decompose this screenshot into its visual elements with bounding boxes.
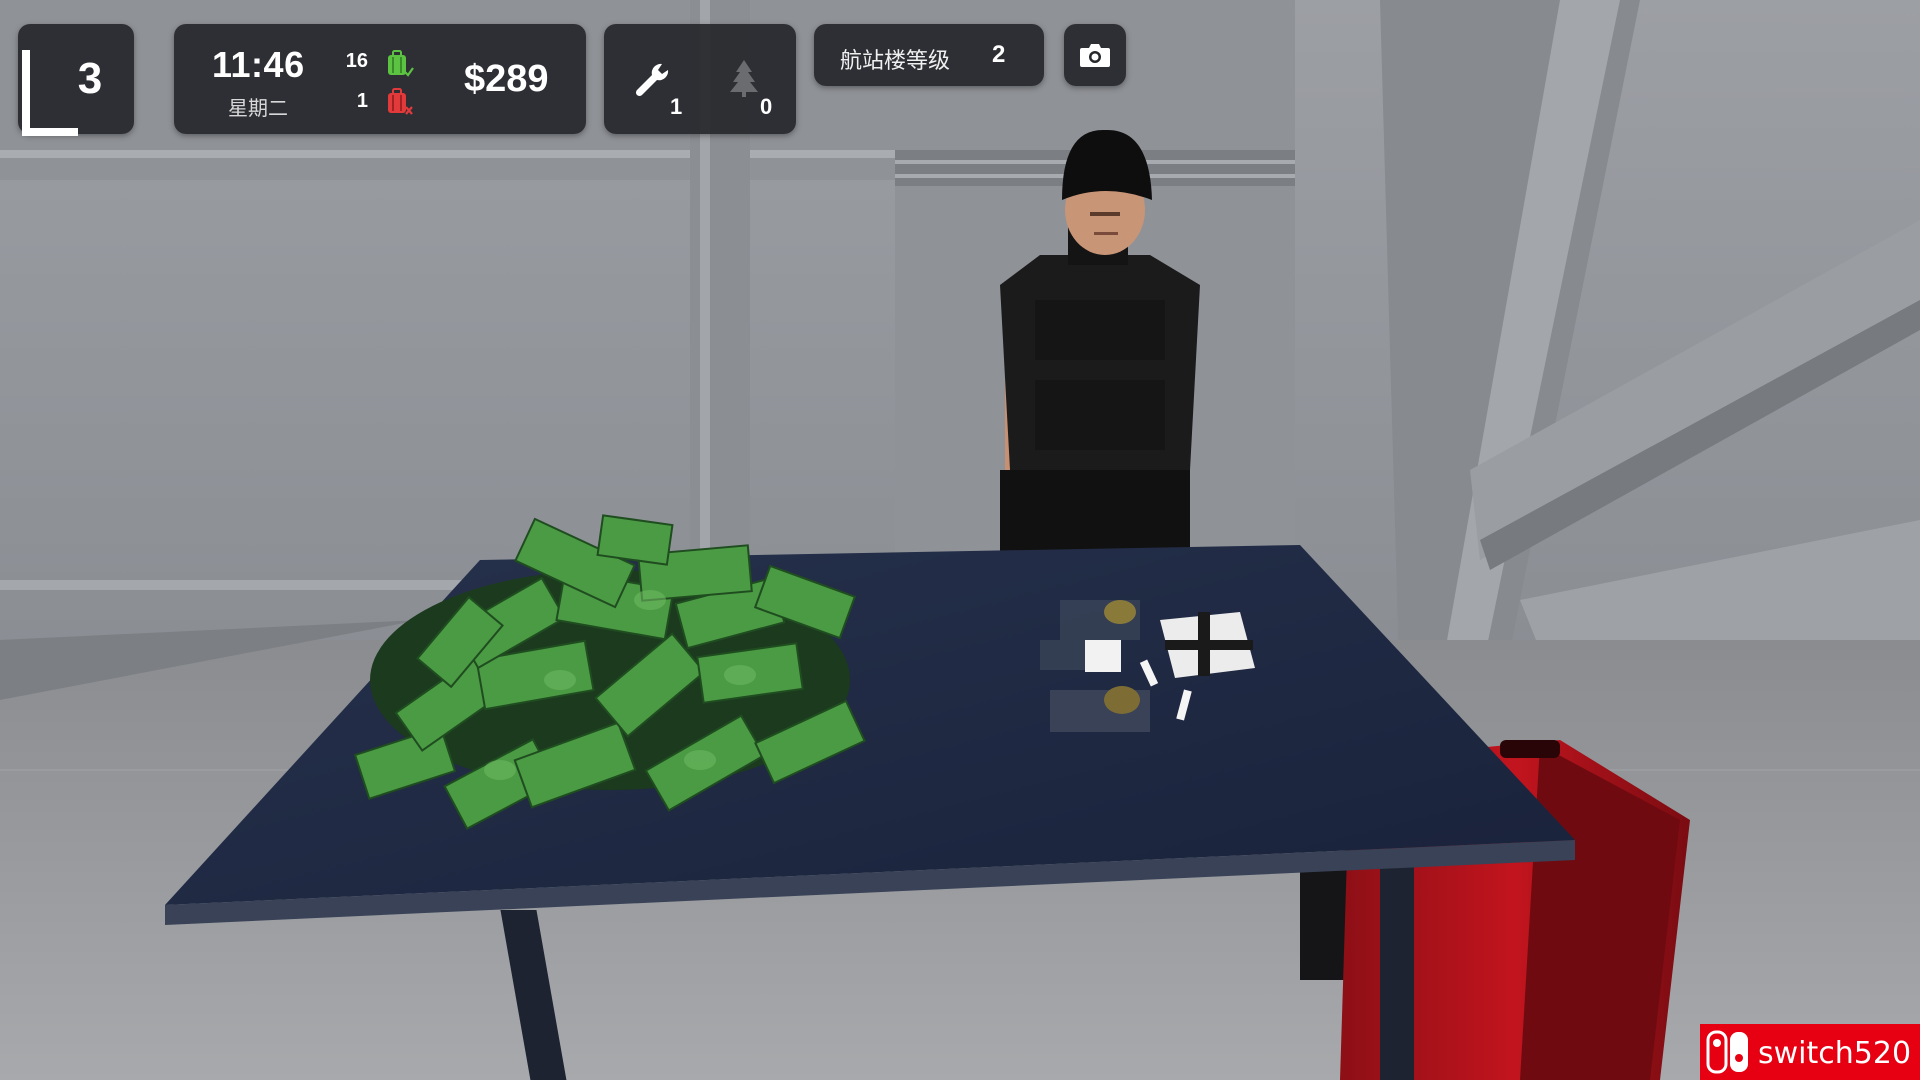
bags-rejected-count: 1 [356, 90, 368, 112]
watermark: switch520 [1700, 1024, 1920, 1080]
weekday-label: 星期二 [228, 96, 288, 120]
game-scene [0, 0, 1920, 1080]
tree-icon [730, 60, 758, 97]
inventory-panel: 1 0 [604, 24, 796, 134]
switch-logo-icon [1706, 1030, 1748, 1074]
tree-count: 0 [760, 94, 773, 119]
money-balance: $289 [464, 58, 549, 100]
camera-button[interactable] [1064, 24, 1126, 86]
wrench-icon [635, 63, 669, 97]
wrench-count: 1 [670, 94, 683, 119]
bags-passed-count: 16 [345, 50, 368, 72]
terminal-level-label: 航站楼等级 [840, 49, 951, 74]
suitcase-check-icon [388, 50, 414, 77]
level-number: 3 [77, 54, 103, 103]
camera-icon [1080, 44, 1110, 67]
watermark-text: switch520 [1758, 1036, 1912, 1071]
scene-render [0, 0, 1920, 1080]
level-indicator: 3 [18, 24, 134, 136]
game-clock: 11:46 [212, 44, 305, 85]
day-stats-panel: 11:46 星期二 16 1 $289 [174, 24, 586, 134]
terminal-level-panel: 航站楼等级 2 [814, 24, 1044, 86]
suitcase-x-icon [388, 88, 413, 115]
terminal-level-value: 2 [992, 41, 1006, 68]
